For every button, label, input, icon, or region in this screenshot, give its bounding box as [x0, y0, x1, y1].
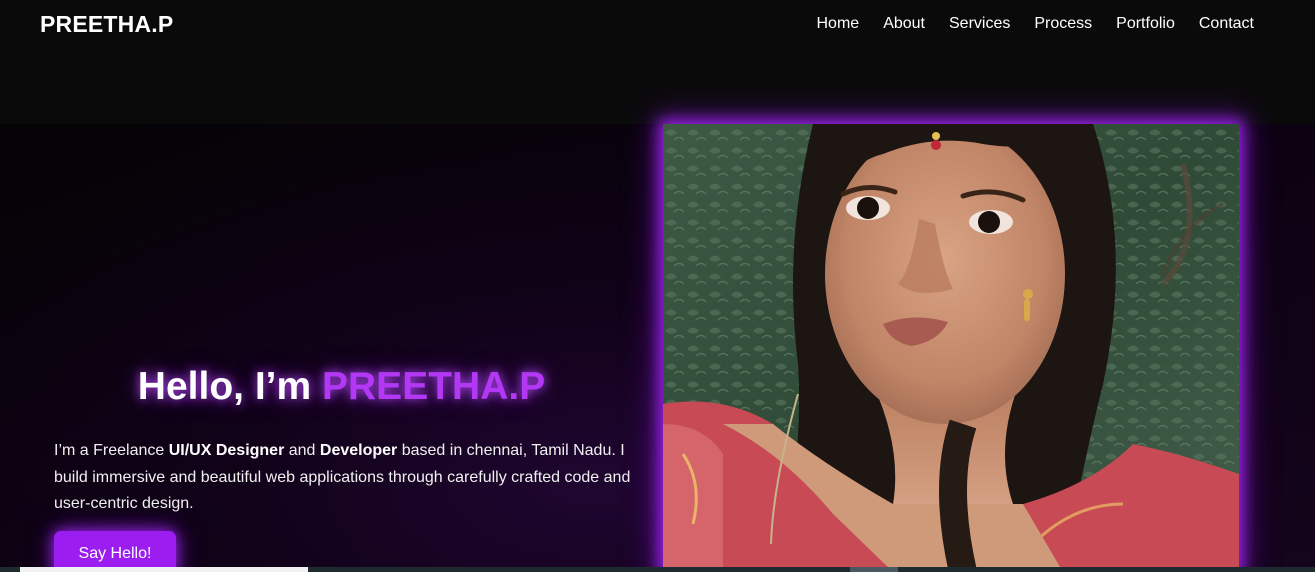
nav-contact[interactable]: Contact: [1199, 15, 1254, 33]
bottom-strip-mid: [850, 567, 898, 572]
page: PREETHA.P Home About Services Process Po…: [0, 0, 1315, 572]
hero-greeting: Hello, I’m: [137, 365, 322, 408]
nav-about[interactable]: About: [883, 15, 925, 33]
say-hello-button[interactable]: Say Hello!: [54, 531, 176, 572]
portrait-photo-illustration: [663, 124, 1239, 572]
hero-title: Hello, I’m PREETHA.P: [0, 365, 683, 409]
bottom-strip-light: [20, 567, 308, 572]
hero-description: I’m a Freelance UI/UX Designer and Devel…: [54, 438, 644, 518]
hero-name: PREETHA.P: [322, 365, 546, 408]
nav-process[interactable]: Process: [1034, 15, 1092, 33]
nav-portfolio[interactable]: Portfolio: [1116, 15, 1175, 33]
hero-section: Hello, I’m PREETHA.P I’m a Freelance UI/…: [0, 124, 1315, 572]
site-logo[interactable]: PREETHA.P: [40, 11, 173, 38]
site-header: PREETHA.P Home About Services Process Po…: [0, 0, 1315, 124]
nav-services[interactable]: Services: [949, 15, 1010, 33]
nav-home[interactable]: Home: [817, 15, 860, 33]
desc-text-2: and: [284, 442, 320, 459]
main-nav: Home About Services Process Portfolio Co…: [793, 15, 1255, 33]
desc-text-1: I’m a Freelance: [54, 442, 169, 459]
profile-photo: [663, 124, 1239, 572]
desc-role-designer: UI/UX Designer: [168, 442, 285, 459]
desc-role-developer: Developer: [319, 442, 398, 459]
bottom-strip: [0, 567, 1315, 572]
